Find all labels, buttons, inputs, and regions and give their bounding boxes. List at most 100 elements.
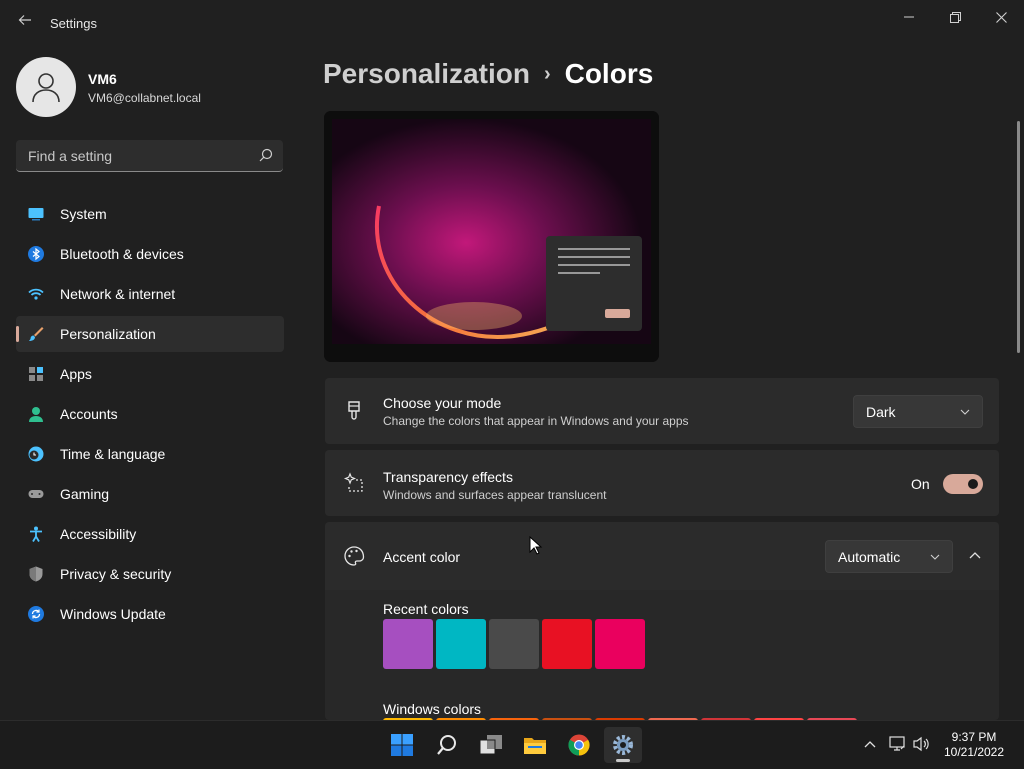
settings-taskbar-button[interactable] (604, 727, 642, 763)
sidebar-item-label: Apps (60, 366, 92, 382)
palette-icon (344, 546, 365, 566)
mode-dropdown[interactable]: Dark (853, 395, 983, 428)
toggle-knob (968, 479, 978, 489)
recent-color-swatch[interactable] (383, 619, 433, 669)
transparency-toggle[interactable] (943, 474, 983, 494)
sidebar-item-label: Windows Update (60, 606, 166, 622)
sidebar-item-time-language[interactable]: Time & language (16, 436, 284, 472)
sidebar-item-label: Gaming (60, 486, 110, 502)
chevron-up-icon (969, 552, 981, 559)
breadcrumb-parent[interactable]: Personalization (323, 58, 530, 89)
chrome-icon (568, 734, 590, 756)
sidebar-item-label: Accessibility (60, 526, 137, 542)
chrome-button[interactable] (560, 727, 598, 763)
person-icon (29, 407, 43, 422)
sidebar-item-network[interactable]: Network & internet (16, 276, 284, 312)
clock-time: 9:37 PM (951, 730, 997, 744)
selection-indicator (16, 326, 19, 342)
search-input[interactable] (26, 146, 250, 166)
accessibility-icon (30, 526, 42, 542)
search-box[interactable] (16, 140, 283, 172)
restore-button[interactable] (932, 6, 978, 28)
sidebar-item-label: Accounts (60, 406, 118, 422)
system-icon (28, 208, 44, 221)
sidebar-item-system[interactable]: System (16, 196, 284, 232)
close-button[interactable] (978, 6, 1024, 28)
taskbar-search-button[interactable] (428, 727, 466, 763)
person-icon (32, 73, 60, 103)
sparkle-transparency-icon (343, 472, 363, 492)
apps-icon (29, 367, 43, 381)
sidebar-item-privacy-security[interactable]: Privacy & security (16, 556, 284, 592)
file-explorer-button[interactable] (516, 727, 554, 763)
sidebar-item-label: Network & internet (60, 286, 176, 302)
accent-dropdown[interactable]: Automatic (825, 540, 953, 573)
chevron-down-icon (960, 409, 970, 415)
start-button[interactable] (383, 727, 421, 763)
gamepad-icon (28, 490, 44, 498)
accent-dropdown-value: Automatic (838, 549, 901, 565)
mode-setting-card: Choose your mode Change the colors that … (325, 378, 999, 444)
sidebar-item-windows-update[interactable]: Windows Update (16, 596, 284, 632)
mode-dropdown-value: Dark (866, 404, 896, 420)
sidebar-item-accessibility[interactable]: Accessibility (16, 516, 284, 552)
recent-colors-label: Recent colors (383, 601, 469, 617)
accent-color-options: Recent colors Windows colors (325, 590, 999, 724)
sidebar-item-bluetooth[interactable]: Bluetooth & devices (16, 236, 284, 272)
back-button[interactable] (14, 12, 36, 34)
sidebar-item-gaming[interactable]: Gaming (16, 476, 284, 512)
user-profile[interactable]: VM6 VM6@collabnet.local (16, 57, 286, 119)
network-status-button[interactable] (889, 735, 907, 753)
task-view-button[interactable] (472, 727, 510, 763)
task-view-icon (479, 735, 502, 755)
accent-color-card[interactable]: Accent color Automatic (325, 522, 999, 590)
transparency-title: Transparency effects (383, 469, 513, 485)
volume-button[interactable] (913, 735, 931, 753)
recent-color-swatch[interactable] (436, 619, 486, 669)
paint-bucket-icon (348, 401, 360, 420)
page-title: Colors (564, 58, 654, 89)
title-bar: Settings (0, 0, 1024, 48)
app-title: Settings (50, 16, 97, 31)
minimize-button[interactable] (886, 6, 932, 28)
sidebar-item-apps[interactable]: Apps (16, 356, 284, 392)
clock-date: 10/21/2022 (943, 745, 1005, 759)
mode-title: Choose your mode (383, 395, 502, 411)
speaker-icon (913, 736, 929, 752)
file-explorer-icon (524, 738, 546, 754)
sidebar-nav: System Bluetooth & devices Network & int… (16, 196, 284, 636)
sidebar-item-label: System (60, 206, 107, 222)
recent-color-swatch[interactable] (489, 619, 539, 669)
mode-description: Change the colors that appear in Windows… (383, 414, 689, 428)
transparency-description: Windows and surfaces appear translucent (383, 488, 607, 502)
active-app-indicator (616, 759, 630, 762)
back-arrow-icon (18, 15, 31, 25)
user-email: VM6@collabnet.local (88, 91, 201, 105)
collapse-button[interactable] (961, 542, 989, 570)
taskbar-clock[interactable]: 9:37 PM 10/21/2022 (938, 730, 1010, 760)
clock-globe-icon (28, 446, 44, 462)
search-icon (437, 735, 456, 755)
sidebar-item-accounts[interactable]: Accounts (16, 396, 284, 432)
sidebar-item-label: Privacy & security (60, 566, 172, 582)
network-monitor-icon (889, 736, 905, 751)
search-icon[interactable] (259, 148, 273, 162)
show-hidden-icons-button[interactable] (861, 735, 879, 753)
windows-start-icon (391, 734, 413, 756)
accent-title: Accent color (383, 549, 461, 565)
wallpaper-preview-image (324, 111, 659, 362)
transparency-state-label: On (911, 476, 930, 492)
breadcrumb-separator: › (543, 63, 551, 85)
wifi-icon (28, 288, 44, 300)
transparency-setting-card: Transparency effects Windows and surface… (325, 450, 999, 516)
recent-color-swatch[interactable] (542, 619, 592, 669)
sidebar-item-label: Time & language (60, 446, 166, 462)
close-icon (995, 11, 1007, 23)
update-icon (28, 606, 44, 622)
scrollbar-thumb[interactable] (1017, 121, 1020, 353)
recent-color-swatch[interactable] (595, 619, 645, 669)
restore-icon (949, 11, 961, 23)
user-name: VM6 (88, 71, 117, 87)
sidebar-item-personalization[interactable]: Personalization (16, 316, 284, 352)
bluetooth-icon (28, 246, 44, 262)
